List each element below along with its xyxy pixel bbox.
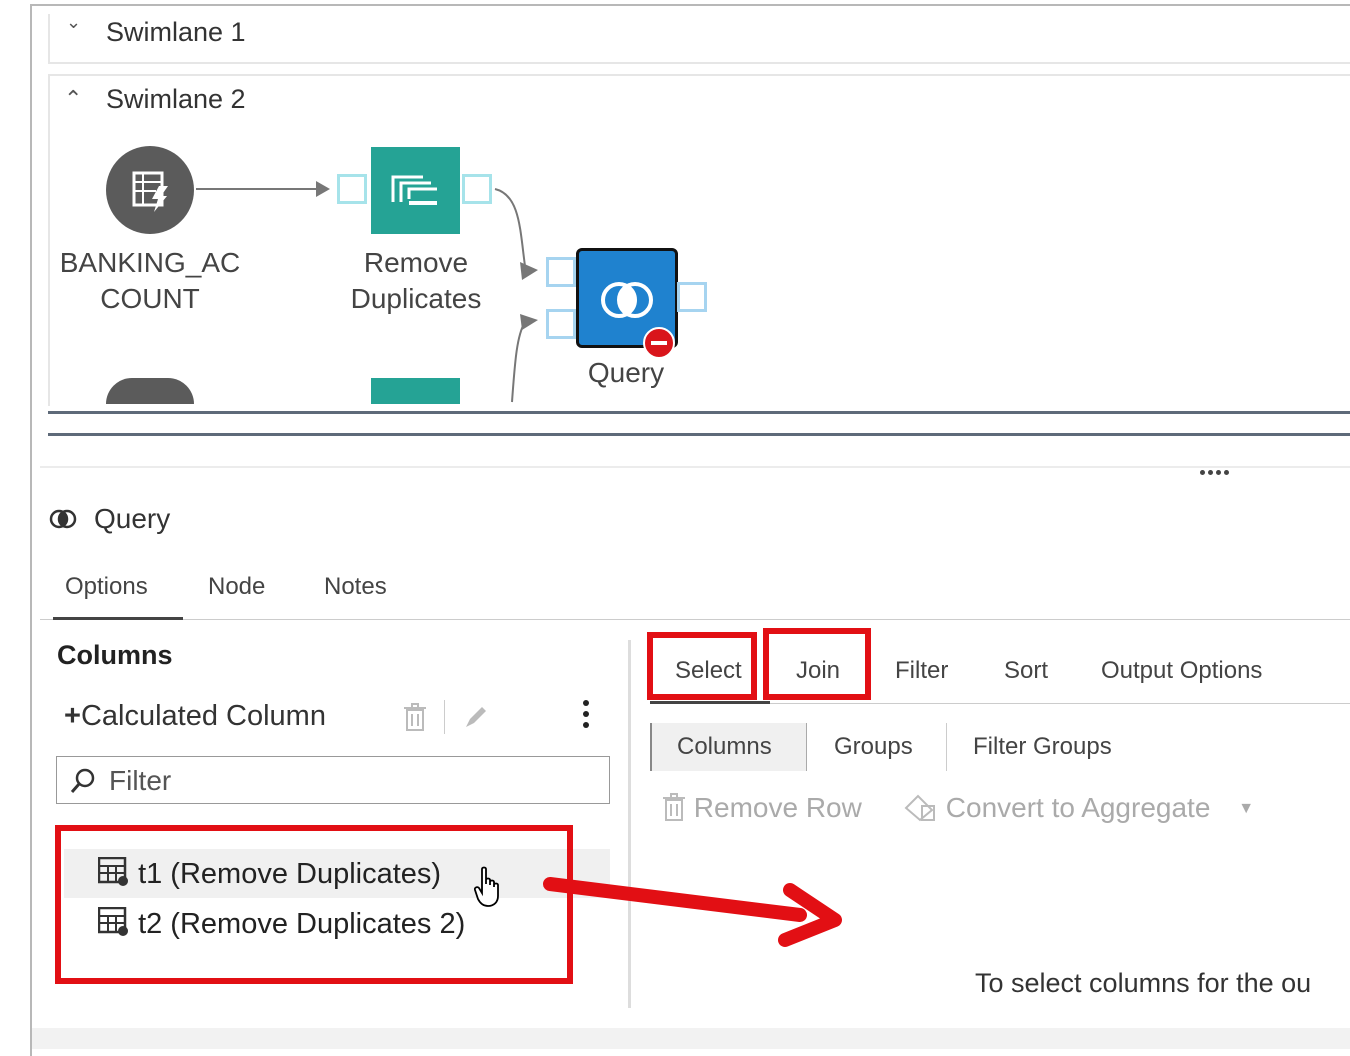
- query-output-port[interactable]: [677, 282, 707, 312]
- filter-placeholder: Filter: [109, 765, 172, 796]
- query-input-port-2[interactable]: [546, 309, 576, 339]
- tab-sort[interactable]: Sort: [1004, 657, 1048, 685]
- tab-options-indicator: [53, 617, 183, 620]
- source-node-label: BANKING_AC COUNT: [59, 247, 241, 314]
- source-node[interactable]: [106, 146, 194, 234]
- columns-heading: Columns: [57, 640, 173, 670]
- tab-select-indicator: [650, 701, 770, 704]
- subtab-filter-groups[interactable]: Filter Groups: [973, 733, 1112, 761]
- query-node-label: Query: [587, 357, 665, 388]
- panel-title: Query: [94, 503, 171, 534]
- remove-row-button[interactable]: Remove Row: [662, 792, 862, 824]
- splitter-top: [48, 411, 1350, 414]
- subtab-separator: [946, 723, 947, 771]
- convert-aggregate-label: Convert to Aggregate: [945, 792, 1211, 823]
- table-lightning-icon: [132, 171, 168, 212]
- empty-state-message: To select columns for the ou: [975, 968, 1312, 998]
- tab-filter[interactable]: Filter: [895, 657, 948, 685]
- remove-duplicates-label: Remove Duplicates: [350, 247, 482, 314]
- aggregate-icon: [904, 794, 935, 822]
- tab-notes[interactable]: Notes: [324, 573, 387, 601]
- add-calculated-column-button[interactable]: +Calculated Column: [64, 700, 326, 733]
- panel-top-border: [40, 466, 1350, 468]
- output-port[interactable]: [462, 174, 492, 204]
- bottom-bar: [32, 1028, 1350, 1049]
- panel-resize-handle[interactable]: [1198, 462, 1230, 480]
- highlight-join-tab: [763, 628, 871, 700]
- more-options-icon[interactable]: [583, 700, 591, 728]
- tabs-baseline: [40, 619, 1350, 620]
- highlight-column-list: [55, 825, 573, 984]
- tab-node[interactable]: Node: [208, 573, 265, 601]
- trash-icon: [663, 793, 685, 821]
- convert-to-aggregate-button[interactable]: Convert to Aggregate ▼: [902, 792, 1254, 824]
- remove-duplicates-icon: [391, 175, 437, 205]
- annotation-arrow: [543, 877, 842, 947]
- filter-input[interactable]: Filter: [56, 756, 610, 804]
- input-port[interactable]: [337, 174, 367, 204]
- remove-duplicates-node-2[interactable]: [371, 378, 460, 404]
- highlight-select-tab: [647, 632, 757, 700]
- trash-icon[interactable]: [403, 702, 427, 732]
- search-icon: [70, 768, 95, 793]
- tab-output-options[interactable]: Output Options: [1101, 657, 1262, 685]
- subtab-columns[interactable]: Columns: [650, 723, 807, 771]
- subtab-groups[interactable]: Groups: [834, 733, 913, 761]
- toolbar-separator: [444, 700, 445, 734]
- remove-duplicates-node[interactable]: [371, 147, 460, 234]
- query-input-port-1[interactable]: [546, 257, 576, 287]
- calculated-column-label: Calculated Column: [80, 700, 326, 732]
- plus-icon: +: [64, 700, 81, 732]
- tab-options[interactable]: Options: [65, 573, 148, 601]
- caret-down-icon: ▼: [1238, 800, 1255, 817]
- remove-row-label: Remove Row: [693, 792, 862, 823]
- query-icon: [49, 509, 77, 529]
- splitter-bottom: [48, 433, 1350, 436]
- pencil-icon[interactable]: [462, 703, 490, 731]
- source-node-2[interactable]: [106, 378, 194, 404]
- subtab-columns-label: Columns: [677, 733, 772, 760]
